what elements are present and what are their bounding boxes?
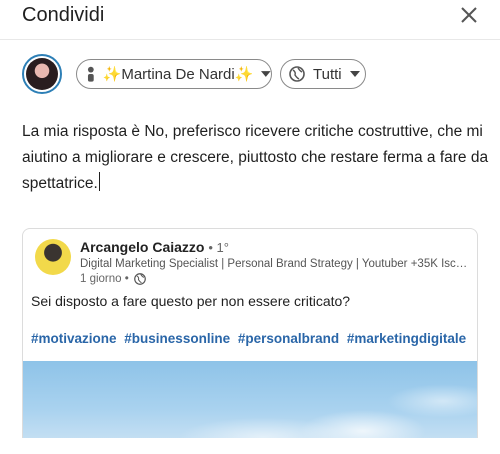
chevron-down-icon xyxy=(349,71,360,77)
user-avatar-image xyxy=(26,58,58,90)
audience-selector-button[interactable]: Tutti xyxy=(280,59,366,89)
user-avatar xyxy=(22,54,62,94)
connection-degree: • 1° xyxy=(208,240,229,255)
audience-selector-label: Tutti xyxy=(313,65,342,83)
shared-post-image xyxy=(23,361,477,438)
author-selector-label: ✨Martina De Nardi✨ xyxy=(102,66,254,83)
hashtag-link[interactable]: #motivazione xyxy=(31,331,117,346)
post-text-editor[interactable]: La mia risposta è No, preferisco ricever… xyxy=(22,119,492,197)
modal-header: Condividi xyxy=(0,0,500,40)
shared-post-author-headline: Digital Marketing Specialist | Personal … xyxy=(80,258,470,270)
person-icon xyxy=(87,66,94,82)
shared-post-text: Sei disposto a fare questo per non esser… xyxy=(31,293,351,309)
post-text-content: La mia risposta è No, preferisco ricever… xyxy=(22,123,489,192)
shared-post-time-label: 1 giorno • xyxy=(80,273,129,285)
shared-post-author-avatar xyxy=(35,239,71,275)
hashtag-link[interactable]: #personalbrand xyxy=(238,331,339,346)
shared-post-hashtags: #motivazione #businessonline #personalbr… xyxy=(31,331,470,346)
text-cursor xyxy=(98,172,100,191)
hashtag-link[interactable]: #marketingdigitale xyxy=(347,331,466,346)
globe-icon xyxy=(133,273,146,285)
close-icon[interactable] xyxy=(458,4,480,26)
shared-post-card: Arcangelo Caiazzo • 1° Digital Marketing… xyxy=(22,228,478,438)
author-selector-button[interactable]: ✨Martina De Nardi✨ xyxy=(76,59,272,89)
hashtag-link[interactable]: #businessonline xyxy=(124,331,230,346)
chevron-down-icon xyxy=(261,71,271,77)
globe-icon xyxy=(289,66,305,82)
modal-title: Condividi xyxy=(22,4,105,26)
shared-post-time: 1 giorno • xyxy=(80,273,146,285)
shared-post-author-name: Arcangelo Caiazzo xyxy=(80,239,205,255)
shared-post-author: Arcangelo Caiazzo • 1° xyxy=(80,239,229,255)
